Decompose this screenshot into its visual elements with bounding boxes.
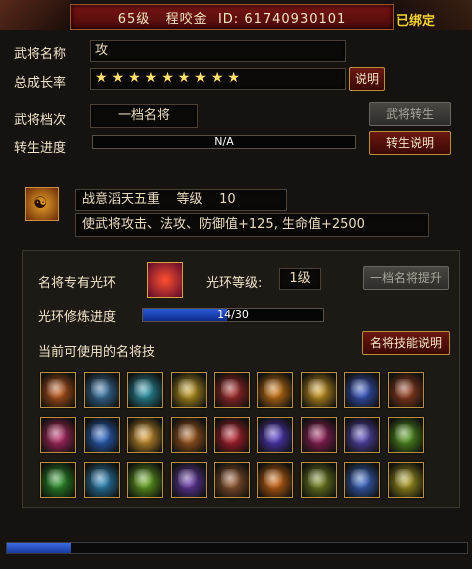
growth-label: 总成长率: [14, 76, 67, 91]
halo-train-progress-text: 14/30: [217, 308, 249, 321]
bound-status: 已绑定: [396, 14, 436, 29]
venom-skill-icon[interactable]: [127, 462, 163, 498]
skills-label: 当前可使用的名将技: [38, 345, 156, 360]
rebirth-progress-text: N/A: [214, 135, 234, 148]
id-value: 61740930101: [244, 12, 347, 27]
tree-skill-icon[interactable]: [40, 462, 76, 498]
mage-skill-icon[interactable]: [171, 462, 207, 498]
name-field[interactable]: 攻: [90, 40, 346, 62]
guardian-skill-icon[interactable]: [388, 462, 424, 498]
halo-level-label: 光环等级:: [206, 276, 263, 291]
demon-skill-icon[interactable]: [301, 417, 337, 453]
bow-skill-icon[interactable]: [301, 462, 337, 498]
scrollbar-thumb[interactable]: [7, 543, 71, 553]
grade-field: 一档名将: [90, 104, 198, 128]
wing-skill-icon[interactable]: [40, 417, 76, 453]
rebirth-progress-label: 转生进度: [14, 141, 67, 156]
inferno-skill-icon[interactable]: [257, 462, 293, 498]
wind-skill-icon[interactable]: [127, 372, 163, 408]
halo-train-label: 光环修炼进度: [38, 310, 117, 325]
buff-icon: ☯: [25, 187, 59, 221]
rebirth-button[interactable]: 武将转生: [369, 102, 451, 126]
rune-skill-icon[interactable]: [344, 417, 380, 453]
name-label: 武将名称: [14, 47, 67, 62]
explain-button[interactable]: 说明: [349, 67, 385, 91]
general-window: 65级 程咬金 ID: 61740930101 已绑定 武将名称 攻 总成长率 …: [0, 0, 472, 569]
general-name: 程咬金: [165, 12, 208, 27]
id-label: ID:: [217, 12, 240, 27]
flame-sword-skill-icon[interactable]: [301, 372, 337, 408]
level-text: 65级: [117, 12, 151, 27]
halo-upgrade-button[interactable]: 一档名将提升: [363, 266, 449, 290]
fire-claw-skill-icon[interactable]: [257, 372, 293, 408]
blade-skill-icon[interactable]: [171, 372, 207, 408]
axe-skill-icon[interactable]: [40, 372, 76, 408]
dragon-skill-icon[interactable]: [84, 417, 120, 453]
hammer-skill-icon[interactable]: [84, 372, 120, 408]
halo-label: 名将专有光环: [38, 276, 117, 291]
halo-icon[interactable]: [147, 262, 183, 298]
beast-skill-icon[interactable]: [171, 417, 207, 453]
burst-skill-icon[interactable]: [127, 417, 163, 453]
skills-explain-button[interactable]: 名将技能说明: [362, 331, 450, 355]
buff-name-field: 战意滔天五重 等级 10: [75, 189, 287, 211]
nature-skill-icon[interactable]: [388, 417, 424, 453]
buff-description: 使武将攻击、法攻、防御值+125, 生命值+2500: [75, 213, 429, 237]
grade-label: 武将档次: [14, 113, 67, 128]
buff-name: 战意滔天五重: [82, 192, 161, 207]
title-bar: 65级 程咬金 ID: 61740930101: [70, 4, 394, 30]
halo-level-value: 1级: [279, 268, 321, 290]
warrior-skill-icon[interactable]: [388, 372, 424, 408]
halo-train-progress-bar: 14/30: [142, 308, 324, 322]
rebirth-explain-button[interactable]: 转生说明: [369, 131, 451, 155]
buff-level-value: 10: [219, 192, 236, 207]
horizontal-scrollbar[interactable]: [6, 542, 468, 554]
lightning-skill-icon[interactable]: [344, 372, 380, 408]
heart-skill-icon[interactable]: [214, 417, 250, 453]
growth-stars: ★★★★★★★★★: [95, 70, 244, 86]
rebirth-progress-bar: N/A: [92, 135, 356, 149]
slash-skill-icon[interactable]: [214, 372, 250, 408]
vortex-skill-icon[interactable]: [257, 417, 293, 453]
buff-level-label: 等级: [176, 192, 203, 207]
spirit-skill-icon[interactable]: [84, 462, 120, 498]
storm-skill-icon[interactable]: [344, 462, 380, 498]
window-ornament-left: [0, 0, 70, 30]
pillar-skill-icon[interactable]: [214, 462, 250, 498]
